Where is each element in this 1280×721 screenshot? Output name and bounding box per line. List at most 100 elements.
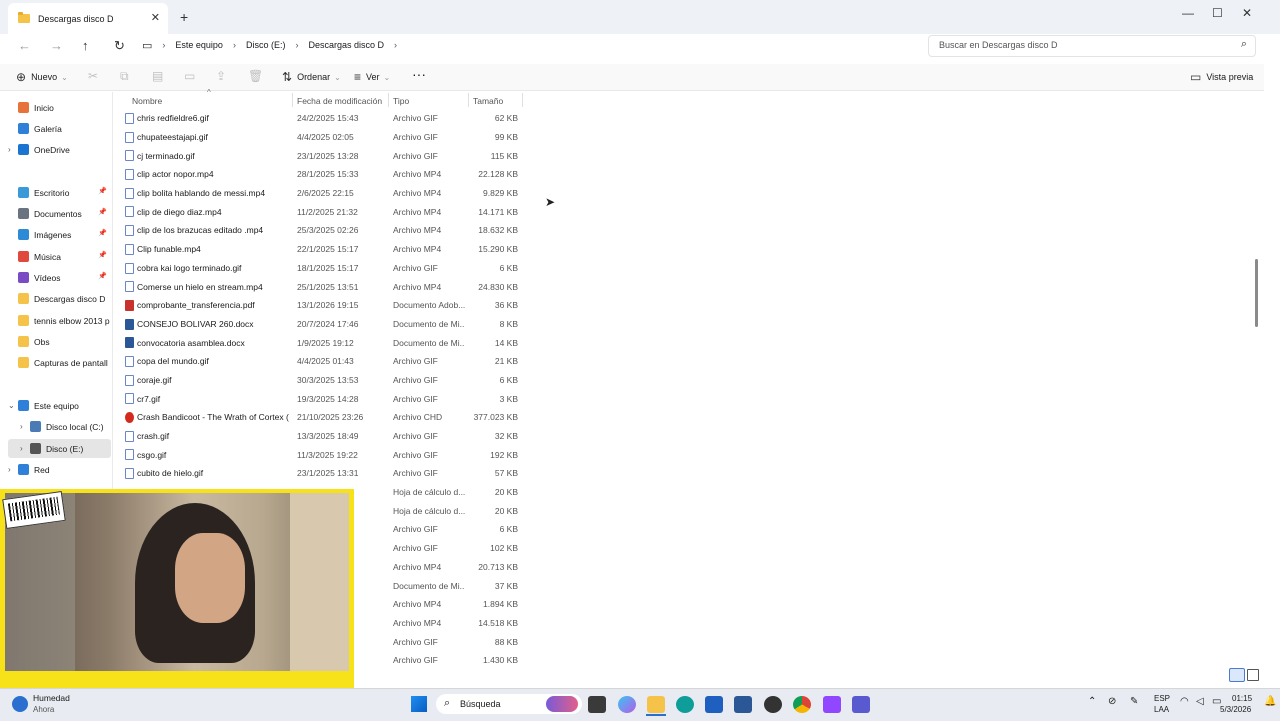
wifi-icon[interactable]: ◠ xyxy=(1180,696,1189,707)
details-view-icon[interactable] xyxy=(1229,668,1245,682)
file-row[interactable]: Comerse un hielo en stream.mp4 25/1/2025 … xyxy=(120,277,530,296)
copilot-icon[interactable] xyxy=(618,696,636,713)
language-top[interactable]: ESP xyxy=(1154,694,1170,703)
sidebar-item-9[interactable]: tennis elbow 2013 p xyxy=(8,311,111,330)
sidebar-item-8[interactable]: Descargas disco D xyxy=(8,289,111,308)
new-tab-button[interactable]: + xyxy=(180,9,188,25)
sort-button[interactable]: ⇅ Ordenar ⌄ xyxy=(282,70,341,84)
column-type[interactable]: Tipo xyxy=(393,96,409,106)
file-row[interactable]: cj terminado.gif 23/1/2025 13:28 Archivo G… xyxy=(120,146,530,165)
expand-chevron-icon[interactable]: › xyxy=(8,145,18,154)
volume-icon[interactable]: ◁ xyxy=(1196,696,1204,707)
sidebar-item-10[interactable]: Obs xyxy=(8,332,111,351)
file-row[interactable]: CONSEJO BOLIVAR 260.docx 20/7/2024 17:46 D… xyxy=(120,315,530,334)
close-tab-icon[interactable]: ✕ xyxy=(151,11,160,24)
breadcrumb-descargas[interactable]: Descargas disco D xyxy=(308,40,384,50)
share-icon[interactable]: ⇪ xyxy=(216,69,226,83)
sidebar-item-6[interactable]: Música 📌 xyxy=(8,247,111,266)
sidebar-item-4[interactable]: Documentos 📌 xyxy=(8,204,111,223)
file-row[interactable]: clip de los brazucas editado .mp4 25/3/20… xyxy=(120,221,530,240)
file-row[interactable]: coraje.gif 30/3/2025 13:53 Archivo GIF 6 KB xyxy=(120,371,530,390)
delete-icon[interactable]: 🗑 xyxy=(248,69,263,83)
file-row[interactable]: chupateestajapi.gif 4/4/2025 02:05 Archivo… xyxy=(120,128,530,147)
chrome-icon[interactable] xyxy=(793,696,811,713)
file-row[interactable]: chris redfieldre6.gif 24/2/2025 15:43 Arch… xyxy=(120,109,530,128)
sidebar-item-0[interactable]: Inicio xyxy=(8,98,111,117)
expand-chevron-icon[interactable]: › xyxy=(20,444,30,453)
more-options-button[interactable]: ··· xyxy=(412,66,426,82)
forward-icon[interactable]: → xyxy=(50,38,63,53)
file-row[interactable]: clip actor nopor.mp4 28/1/2025 15:33 Archi… xyxy=(120,165,530,184)
file-row[interactable]: Clip funable.mp4 22/1/2025 15:17 Archivo M… xyxy=(120,240,530,259)
expand-chevron-icon[interactable]: › xyxy=(8,465,18,474)
file-row[interactable]: cr7.gif 19/3/2025 14:28 Archivo GIF 3 KB xyxy=(120,389,530,408)
app-icon[interactable] xyxy=(852,696,870,713)
sidebar-item-13[interactable]: › Disco local (C:) xyxy=(8,417,111,436)
column-divider[interactable] xyxy=(522,93,523,107)
cut-icon[interactable]: ✂ xyxy=(88,69,98,83)
column-divider[interactable] xyxy=(468,93,469,107)
copy-icon[interactable]: ⧉ xyxy=(120,69,129,84)
network-off-icon[interactable]: ⊘ xyxy=(1108,696,1116,707)
sidebar-item-1[interactable]: Galería xyxy=(8,119,111,138)
store-icon[interactable] xyxy=(705,696,723,713)
file-row[interactable]: comprobante_transferencia.pdf 13/1/2026 1… xyxy=(120,296,530,315)
breadcrumb-disco-e[interactable]: Disco (E:) xyxy=(246,40,286,50)
file-row[interactable]: cobra kai logo terminado.gif 18/1/2025 15… xyxy=(120,259,530,278)
sidebar-item-11[interactable]: Capturas de pantall xyxy=(8,353,111,372)
breadcrumb-este-equipo[interactable]: Este equipo xyxy=(175,40,223,50)
sidebar-item-7[interactable]: Vídeos 📌 xyxy=(8,268,111,287)
chevron-right-icon[interactable]: › xyxy=(394,40,397,50)
maximize-icon[interactable]: ☐ xyxy=(1212,6,1223,20)
edge-icon[interactable] xyxy=(676,696,694,713)
view-button[interactable]: ≡ Ver ⌄ xyxy=(354,70,390,84)
sidebar-item-15[interactable]: › Red xyxy=(8,460,111,479)
word-icon[interactable] xyxy=(734,696,752,713)
new-button[interactable]: ⊕ Nuevo ⌄ xyxy=(16,70,68,84)
column-date[interactable]: Fecha de modificación xyxy=(297,96,382,106)
sidebar-item-2[interactable]: › OneDrive xyxy=(8,140,111,159)
expand-chevron-icon[interactable]: › xyxy=(20,422,30,431)
clock-time[interactable]: 01:15 xyxy=(1232,694,1252,703)
taskbar-search[interactable]: ⌕ Búsqueda xyxy=(436,694,582,714)
refresh-icon[interactable]: ↻ xyxy=(114,38,125,54)
notifications-icon[interactable]: 🔔 xyxy=(1264,696,1276,707)
column-name[interactable]: Nombre xyxy=(132,96,162,106)
computer-icon[interactable]: ▭ xyxy=(142,39,152,52)
close-window-icon[interactable]: ✕ xyxy=(1242,6,1252,20)
file-row[interactable]: clip bolita hablando de messi.mp4 2/6/202… xyxy=(120,184,530,203)
sidebar-item-14[interactable]: › Disco (E:) xyxy=(8,439,111,458)
file-row[interactable]: Crash Bandicoot - The Wrath of Cortex (E… xyxy=(120,408,530,427)
file-row[interactable]: clip de diego diaz.mp4 11/2/2025 21:32 Arc… xyxy=(120,202,530,221)
chevron-up-icon[interactable]: ⌃ xyxy=(1088,696,1096,707)
pen-icon[interactable]: ✎ xyxy=(1130,696,1138,707)
twitch-icon[interactable] xyxy=(823,696,841,713)
obs-icon[interactable] xyxy=(764,696,782,713)
column-size[interactable]: Tamaño xyxy=(473,96,503,106)
file-row[interactable]: cubito de hielo.gif 23/1/2025 13:31 Archiv… xyxy=(120,464,530,483)
start-windows-icon[interactable] xyxy=(411,696,427,712)
file-row[interactable]: crash.gif 13/3/2025 18:49 Archivo GIF 32 KB xyxy=(120,427,530,446)
vertical-scrollbar[interactable] xyxy=(1255,259,1258,327)
sidebar-item-3[interactable]: Escritorio 📌 xyxy=(8,183,111,202)
tiles-view-icon[interactable] xyxy=(1247,669,1259,681)
column-divider[interactable] xyxy=(388,93,389,107)
file-explorer-icon[interactable] xyxy=(647,696,665,713)
column-divider[interactable] xyxy=(292,93,293,107)
language-bottom[interactable]: LAA xyxy=(1154,705,1169,714)
file-row[interactable]: csgo.gif 11/3/2025 19:22 Archivo GIF 192 KB xyxy=(120,445,530,464)
search-icon[interactable]: ⌕ xyxy=(1241,38,1247,51)
preview-button[interactable]: ▭ Vista previa xyxy=(1190,70,1253,84)
expand-chevron-icon[interactable]: ⌄ xyxy=(8,401,18,410)
up-icon[interactable]: ↑ xyxy=(82,38,89,53)
sidebar-item-12[interactable]: ⌄ Este equipo xyxy=(8,396,111,415)
search-input[interactable]: Buscar en Descargas disco D ⌕ xyxy=(928,35,1256,57)
back-icon[interactable]: ← xyxy=(18,38,31,53)
file-row[interactable]: copa del mundo.gif 4/4/2025 01:43 Archivo … xyxy=(120,352,530,371)
sidebar-item-5[interactable]: Imágenes 📌 xyxy=(8,225,111,244)
rename-icon[interactable]: ▭ xyxy=(184,69,195,83)
weather-title[interactable]: Humedad xyxy=(33,693,70,703)
tab-descargas[interactable]: Descargas disco D ✕ xyxy=(8,3,168,34)
weather-icon[interactable] xyxy=(12,696,28,712)
minimize-icon[interactable]: — xyxy=(1182,6,1194,20)
